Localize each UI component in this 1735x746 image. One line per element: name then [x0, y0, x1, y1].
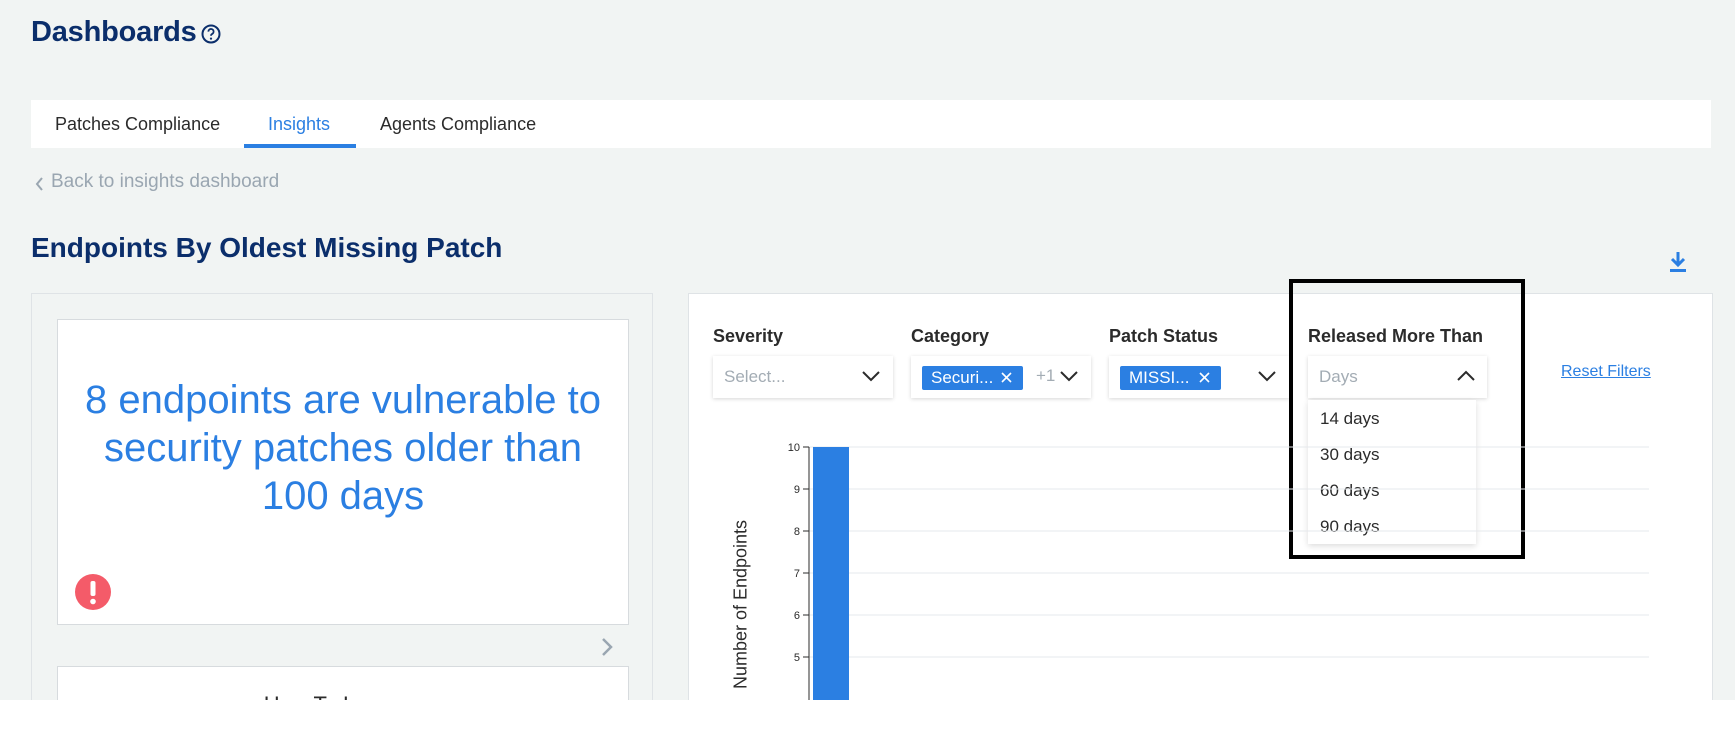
tab-agents-compliance[interactable]: Agents Compliance [380, 100, 536, 148]
y-axis-title: Number of Endpoints [730, 519, 751, 690]
endpoints-chart: Number of Endpoints 10 9 8 7 6 5 [689, 424, 1712, 700]
how-to-improve-card[interactable]: How To Improve [57, 666, 629, 700]
y-tick-label: 6 [794, 610, 800, 622]
category-chip: Securi... [922, 366, 1023, 390]
patch-status-select[interactable]: MISSI... [1109, 356, 1289, 398]
patch-status-chip-label: MISSI... [1129, 368, 1190, 387]
y-tick-label: 5 [794, 652, 800, 664]
chevron-down-icon [1060, 371, 1078, 382]
severity-label: Severity [713, 326, 784, 346]
severity-select[interactable]: Select... [713, 356, 893, 398]
page-title: Dashboards [31, 16, 197, 48]
insight-message-card: 8 endpoints are vulnerable to security p… [57, 319, 629, 625]
category-chip-label: Securi... [931, 368, 994, 387]
active-tab-indicator [244, 144, 356, 148]
app-window: Dashboards Patches Compliance Insights A… [0, 0, 1735, 700]
download-icon[interactable] [1668, 250, 1688, 274]
y-tick-label: 9 [794, 484, 800, 496]
category-extra-count: +1 [1036, 366, 1056, 385]
help-circle-icon[interactable] [201, 24, 221, 44]
chevron-down-icon [1258, 371, 1276, 382]
chart-panel: Severity Select... Category Securi... +1… [688, 279, 1713, 700]
y-tick-label: 7 [794, 568, 800, 580]
chevron-down-icon [862, 371, 880, 382]
dashboard-tabs: Patches Compliance Insights Agents Compl… [31, 100, 1711, 148]
chevron-right-icon[interactable] [600, 636, 614, 658]
close-icon[interactable] [1000, 371, 1013, 384]
patch-status-label: Patch Status [1109, 326, 1219, 346]
severity-placeholder: Select... [724, 367, 786, 386]
tab-insights[interactable]: Insights [268, 100, 330, 148]
y-tick-label: 8 [794, 526, 800, 538]
alert-icon [75, 574, 111, 610]
insight-panel: 8 endpoints are vulnerable to security p… [31, 293, 653, 700]
patch-status-chip: MISSI... [1120, 366, 1221, 390]
how-to-improve-title: How To Improve [58, 692, 628, 700]
y-tick-label: 10 [788, 442, 800, 454]
category-select[interactable]: Securi... +1 [911, 356, 1091, 398]
chart-bar[interactable] [813, 447, 849, 700]
tab-patches-compliance[interactable]: Patches Compliance [55, 100, 220, 148]
chart-plot: 10 9 8 7 6 5 [788, 442, 1649, 700]
category-label: Category [911, 326, 990, 346]
section-title: Endpoints By Oldest Missing Patch [31, 232, 503, 263]
close-icon[interactable] [1198, 371, 1211, 384]
back-to-insights-link[interactable]: Back to insights dashboard [34, 171, 279, 193]
insight-message: 8 endpoints are vulnerable to security p… [85, 378, 601, 518]
chevron-left-icon [35, 177, 43, 191]
reset-filters-link[interactable]: Reset Filters [1561, 363, 1651, 381]
back-link-label: Back to insights dashboard [51, 171, 280, 192]
